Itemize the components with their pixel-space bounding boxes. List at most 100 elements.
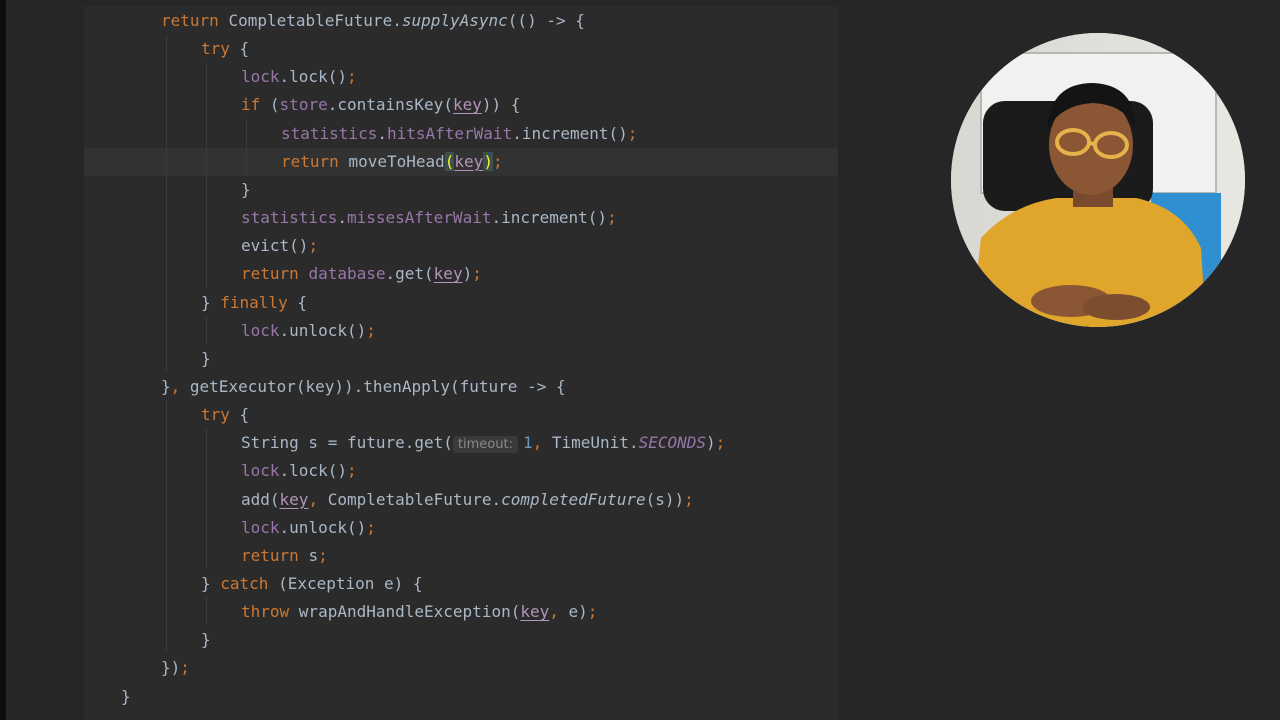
code-line[interactable]: } — [121, 683, 131, 711]
code-token: try — [201, 405, 240, 425]
code-token: database — [308, 264, 386, 284]
code-token: return — [241, 545, 309, 565]
code-token: ; — [366, 517, 376, 537]
code-token: } — [201, 574, 221, 593]
code-token: key — [433, 264, 463, 284]
code-token: ; — [366, 320, 376, 340]
code-token: } — [161, 376, 171, 396]
code-line[interactable]: } — [201, 345, 211, 373]
code-token: ; — [472, 264, 482, 284]
code-line[interactable]: return CompletableFuture.supplyAsync(() … — [161, 7, 585, 35]
code-token: 1 — [522, 433, 533, 453]
code-token: ) — [462, 264, 473, 284]
code-token: , — [170, 376, 190, 396]
code-token: key — [454, 151, 484, 171]
indent-guide — [206, 428, 207, 568]
code-line[interactable]: } — [201, 626, 211, 654]
code-line[interactable]: } — [241, 176, 251, 204]
code-line[interactable]: statistics.missesAfterWait.increment(); — [241, 204, 617, 232]
code-line[interactable]: add(key, CompletableFuture.completedFutu… — [241, 486, 694, 514]
code-token: , — [308, 489, 328, 509]
code-line[interactable]: lock.lock(); — [241, 457, 357, 485]
code-line[interactable]: return database.get(key); — [241, 260, 482, 288]
code-token: ; — [715, 433, 726, 453]
code-token: completedFuture — [501, 489, 646, 509]
code-line[interactable]: }); — [161, 654, 190, 682]
code-line[interactable]: String s = future.get(timeout: 1, TimeUni… — [241, 429, 725, 457]
indent-guide — [206, 316, 207, 344]
code-line[interactable]: lock.unlock(); — [241, 317, 376, 345]
code-line[interactable]: try { — [201, 35, 249, 63]
code-token: add( — [241, 489, 280, 509]
code-token: ) — [706, 433, 716, 453]
code-token: lock — [241, 517, 280, 537]
code-token: getExecutor(key)).thenApply(future -> { — [189, 376, 566, 396]
code-token: } — [241, 179, 251, 199]
code-token: ; — [308, 236, 319, 256]
code-token: ; — [607, 208, 617, 228]
presenter-webcam — [951, 33, 1245, 327]
code-token: .unlock() — [279, 320, 367, 340]
code-token: return — [161, 11, 229, 30]
code-token: store — [279, 95, 328, 115]
code-line[interactable]: } catch (Exception e) { — [201, 570, 423, 598]
code-token: { — [239, 39, 250, 59]
code-token: .lock() — [279, 461, 347, 481]
code-token: return — [241, 264, 309, 284]
code-token: ; — [346, 461, 357, 481]
code-token: lock — [241, 320, 280, 340]
code-token: . — [377, 123, 387, 143]
code-token: ; — [346, 67, 357, 87]
code-token: SECONDS — [638, 433, 707, 453]
code-token: evict() — [241, 236, 309, 256]
code-line[interactable]: return moveToHead(key); — [281, 148, 503, 176]
code-token: try — [201, 39, 240, 59]
code-token: statistics — [241, 208, 338, 228]
code-token: . — [337, 208, 347, 228]
code-token: hitsAfterWait — [386, 123, 513, 143]
indent-guide — [166, 400, 167, 652]
code-line[interactable]: if (store.containsKey(key)) { — [241, 91, 520, 119]
code-line[interactable]: lock.lock(); — [241, 63, 357, 91]
code-token: } — [201, 292, 221, 312]
code-line[interactable]: statistics.hitsAfterWait.increment(); — [281, 120, 637, 148]
code-token: } — [201, 348, 211, 368]
code-token: )) { — [481, 95, 521, 115]
code-token: { — [297, 292, 307, 312]
code-token: (() -> { — [507, 11, 585, 30]
code-line[interactable]: lock.unlock(); — [241, 514, 376, 542]
code-line[interactable]: }, getExecutor(key)).thenApply(future ->… — [161, 373, 566, 401]
indent-guide — [206, 596, 207, 624]
code-token: ; — [180, 658, 190, 678]
code-line[interactable]: evict(); — [241, 232, 318, 260]
code-token: .increment() — [491, 208, 608, 228]
code-token: key — [520, 602, 550, 622]
code-token: return — [281, 151, 349, 171]
code-token: } — [121, 686, 131, 706]
code-token: key — [452, 95, 482, 115]
presenter-video-icon — [951, 33, 1245, 327]
code-line[interactable]: throw wrapAndHandleException(key, e); — [241, 598, 597, 626]
code-token: ; — [684, 489, 694, 509]
code-token: CompletableFuture. — [228, 11, 402, 30]
code-token: lock — [241, 67, 280, 87]
code-token: { — [239, 405, 250, 425]
code-token: String s = future.get( — [241, 433, 453, 453]
code-token: ; — [318, 545, 328, 565]
code-line[interactable]: return s; — [241, 542, 328, 570]
code-line[interactable]: } finally { — [201, 289, 307, 317]
code-token: e) — [568, 602, 588, 622]
code-token: lock — [241, 461, 280, 481]
code-token: throw — [241, 602, 299, 622]
code-token: ( — [444, 151, 455, 171]
code-token: .increment() — [512, 123, 628, 143]
code-token: CompletableFuture. — [327, 489, 502, 509]
indent-guide — [206, 63, 207, 288]
code-token: wrapAndHandleException( — [298, 602, 521, 622]
code-token: (s)) — [645, 489, 685, 509]
code-token: , — [549, 602, 569, 622]
code-line[interactable]: try { — [201, 401, 249, 429]
code-token: catch — [220, 574, 279, 593]
code-token: s — [308, 545, 319, 565]
code-token: .unlock() — [279, 517, 367, 537]
